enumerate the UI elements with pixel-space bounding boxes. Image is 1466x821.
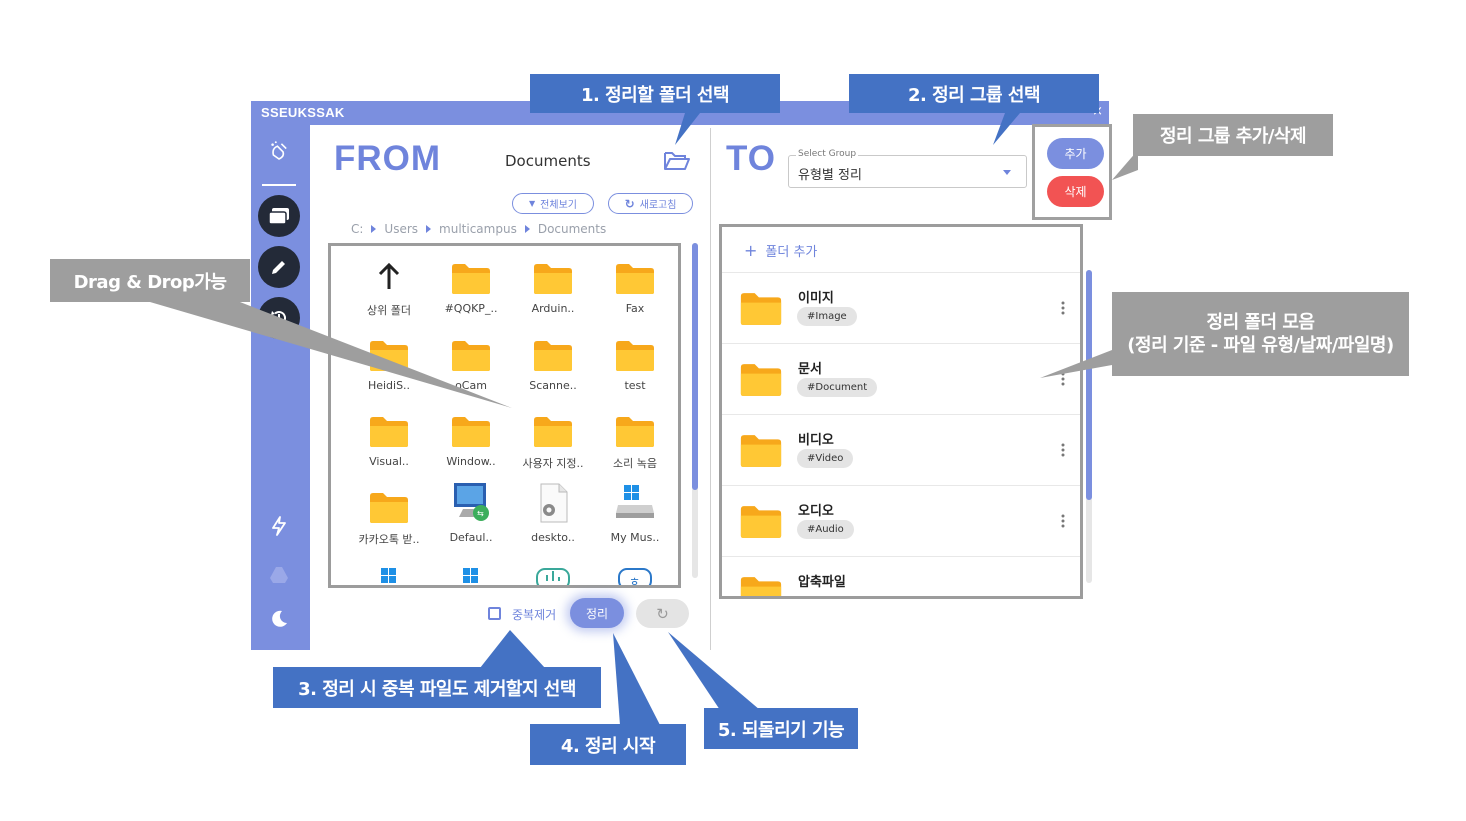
pointer-folders	[1040, 350, 1112, 378]
annotation-folder-collection: 정리 폴더 모음 (정리 기준 - 파일 유형/날짜/파일명)	[1112, 292, 1409, 376]
pointer-4	[613, 633, 660, 725]
pointer-2	[993, 113, 1020, 145]
annotation-select-source: 1. 정리할 폴더 선택	[530, 74, 780, 113]
pointer-drag	[150, 302, 512, 408]
annotation-start: 4. 정리 시작	[530, 724, 686, 765]
annotation-undo: 5. 되돌리기 기능	[704, 708, 858, 749]
annotation-select-group: 2. 정리 그룹 선택	[849, 74, 1099, 113]
annotation-folder-collection-line1: 정리 폴더 모음	[1206, 312, 1315, 333]
annotation-group-add-delete: 정리 그룹 추가/삭제	[1133, 114, 1333, 156]
annotation-drag-drop: Drag & Drop가능	[50, 259, 250, 302]
pointer-1	[675, 113, 700, 145]
pointer-5	[668, 632, 760, 710]
annotation-folder-collection-line2: (정리 기준 - 파일 유형/날짜/파일명)	[1127, 335, 1394, 356]
annotation-dedupe: 3. 정리 시 중복 파일도 제거할지 선택	[273, 667, 601, 708]
pointer-3	[480, 630, 545, 668]
